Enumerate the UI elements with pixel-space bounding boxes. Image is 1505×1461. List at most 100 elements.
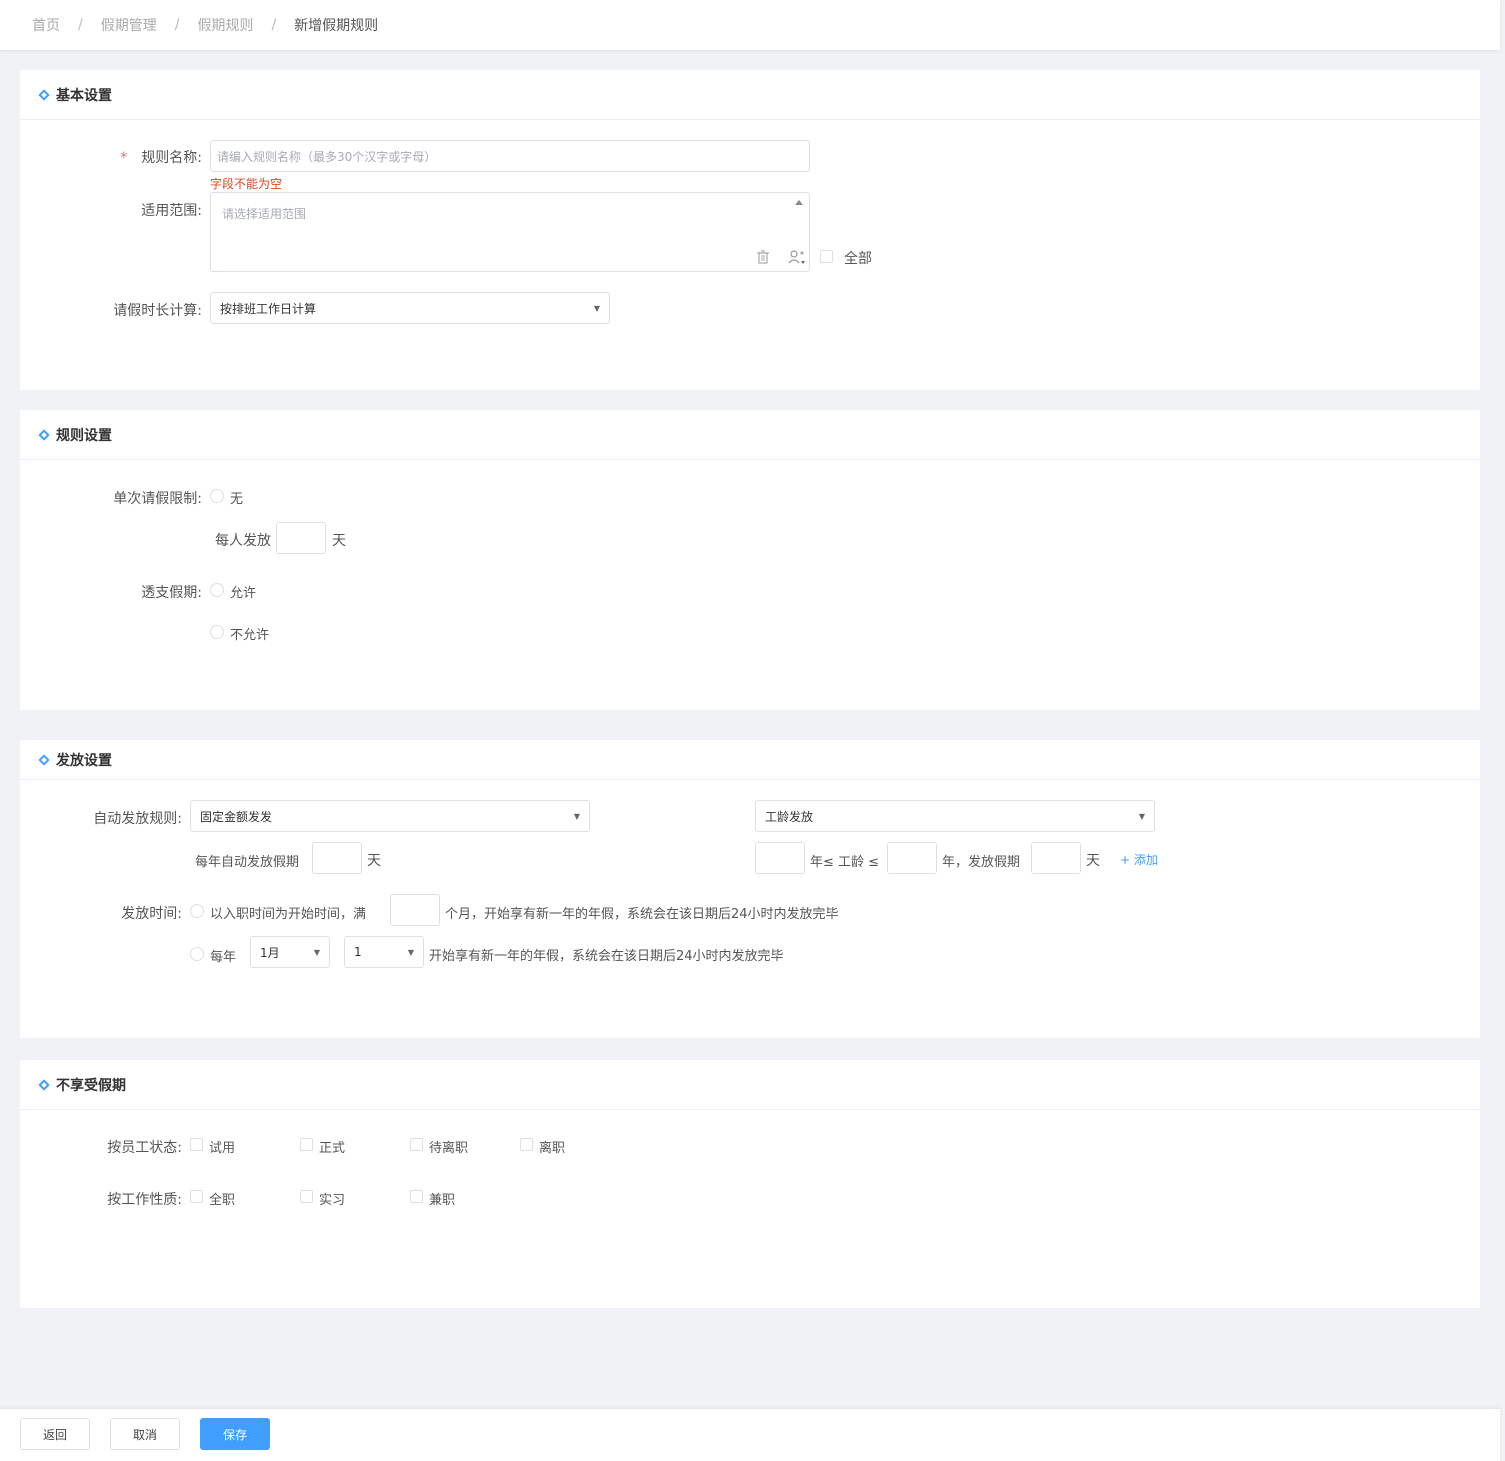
status-checkbox-trial[interactable] (190, 1138, 203, 1151)
breadcrumb-leave-management[interactable]: 假期管理 (101, 15, 157, 35)
yearly-suffix: 天 (367, 853, 381, 869)
nature-checkbox-intern[interactable] (300, 1190, 313, 1203)
work-nature-label: 按工作性质: (107, 1192, 182, 1208)
rule-name-input[interactable]: 请编入规则名称（最多30个汉字或字母） (210, 140, 810, 172)
grant-settings-title: 发放设置 (56, 752, 112, 769)
grant-settings-header: 发放设置 (20, 740, 1480, 780)
seniority-select[interactable]: 工龄发放 ▼ (755, 800, 1155, 832)
yearly-days-input[interactable] (312, 842, 362, 874)
trash-icon[interactable] (756, 249, 770, 265)
section-diamond-icon (38, 428, 50, 441)
scope-all-label: 全部 (844, 251, 872, 267)
cancel-button[interactable]: 取消 (110, 1418, 180, 1450)
overdraft-allow-radio[interactable] (210, 583, 224, 597)
per-person-suffix: 天 (332, 533, 346, 549)
nature-label-intern: 实习 (319, 1193, 346, 1208)
breadcrumb-leave-rules[interactable]: 假期规则 (197, 15, 253, 35)
seniority-mid2: 年，发放假期 (942, 855, 1021, 870)
scope-placeholder: 请选择适用范围 (222, 207, 307, 221)
save-button[interactable]: 保存 (200, 1418, 270, 1450)
grant-time-option2-radio[interactable] (190, 947, 204, 961)
scope-label: 适用范围: (141, 203, 202, 219)
auto-rule-label: 自动发放规则: (93, 811, 182, 827)
footer-bar: 返回 取消 保存 (0, 1408, 1500, 1461)
breadcrumb-home[interactable]: 首页 (32, 15, 60, 35)
seniority-mid1: 年≤ 工龄 ≤ (810, 855, 880, 870)
nature-checkbox-parttime[interactable] (410, 1190, 423, 1203)
single-limit-none-label: 无 (230, 492, 244, 507)
add-rule-link[interactable]: + 添加 (1120, 851, 1158, 868)
rule-name-label: * 规则名称: (120, 150, 202, 166)
rule-settings-card: 规则设置 单次请假限制: 无 每人发放 天 透支假期: 允许 不允许 (20, 410, 1480, 710)
option2-suffix: 开始享有新一年的年假，系统会在该日期后24小时内发放完毕 (429, 949, 784, 964)
single-limit-label: 单次请假限制: (113, 491, 202, 507)
caret-down-icon: ▼ (573, 811, 580, 821)
excluded-card: 不享受假期 按员工状态: 试用 正式 待离职 离职 按工作性质: 全职 实习 兼… (20, 1060, 1480, 1308)
duration-select-value: 按排班工作日计算 (220, 301, 317, 316)
auto-rule-select[interactable]: 固定金额发发 ▼ (190, 800, 590, 832)
status-label-trial: 试用 (209, 1141, 236, 1156)
caret-down-icon: ▼ (407, 947, 414, 957)
overdraft-deny-label: 不允许 (230, 628, 270, 643)
scroll-up-arrow-icon[interactable] (793, 197, 805, 207)
grant-time-option1-radio[interactable] (190, 904, 204, 918)
yearly-prefix: 每年自动发放假期 (195, 855, 300, 870)
months-input[interactable] (390, 894, 440, 926)
status-checkbox-regular[interactable] (300, 1138, 313, 1151)
status-checkbox-resigned[interactable] (520, 1138, 533, 1151)
required-asterisk: * (120, 150, 128, 166)
section-diamond-icon (38, 88, 50, 101)
duration-label: 请假时长计算: (113, 303, 202, 319)
month-select-value: 1月 (260, 945, 280, 960)
caret-down-icon: ▼ (1138, 811, 1145, 821)
status-label-resigned: 离职 (539, 1141, 566, 1156)
section-diamond-icon (38, 753, 50, 766)
rule-settings-header: 规则设置 (20, 410, 1480, 460)
breadcrumb-separator: / (271, 17, 277, 33)
status-label-regular: 正式 (319, 1141, 346, 1156)
option1-prefix: 以入职时间为开始时间，满 (210, 907, 367, 922)
grant-time-label: 发放时间: (121, 906, 182, 922)
overdraft-allow-label: 允许 (230, 586, 257, 601)
breadcrumb-current: 新增假期规则 (294, 18, 379, 34)
seniority-suffix: 天 (1086, 853, 1100, 869)
grant-settings-card: 发放设置 自动发放规则: 固定金额发发 ▼ 工龄发放 ▼ 每年自动发放假期 天 … (20, 740, 1480, 1038)
status-label-leaving: 待离职 (429, 1141, 469, 1156)
excluded-title: 不享受假期 (56, 1077, 126, 1094)
nature-label-parttime: 兼职 (429, 1193, 456, 1208)
month-select[interactable]: 1月 ▼ (250, 936, 330, 968)
breadcrumb-separator: / (174, 17, 180, 33)
single-limit-none-radio[interactable] (210, 489, 224, 503)
breadcrumb-separator: / (78, 17, 83, 33)
overdraft-deny-radio[interactable] (210, 625, 224, 639)
scope-textarea[interactable]: 请选择适用范围 (210, 192, 810, 272)
option1-suffix: 个月，开始享有新一年的年假，系统会在该日期后24小时内发放完毕 (445, 907, 839, 922)
employee-status-label: 按员工状态: (107, 1140, 182, 1156)
seniority-select-value: 工龄发放 (765, 809, 814, 824)
per-person-prefix: 每人发放 (215, 533, 271, 549)
caret-down-icon: ▼ (593, 303, 600, 313)
auto-rule-select-value: 固定金额发发 (200, 809, 273, 824)
seniority-max-input[interactable] (887, 842, 937, 874)
nature-label-fulltime: 全职 (209, 1193, 236, 1208)
day-select[interactable]: 1 ▼ (344, 936, 424, 968)
scope-all-checkbox[interactable] (820, 250, 833, 263)
excluded-header: 不享受假期 (20, 1060, 1480, 1110)
back-button[interactable]: 返回 (20, 1418, 90, 1450)
rule-name-error: 字段不能为空 (210, 177, 283, 191)
day-select-value: 1 (354, 945, 362, 959)
status-checkbox-leaving[interactable] (410, 1138, 423, 1151)
caret-down-icon: ▼ (313, 947, 320, 957)
section-diamond-icon (38, 1078, 50, 1091)
per-person-days-input[interactable] (276, 522, 326, 554)
add-user-icon[interactable] (787, 249, 807, 265)
nature-checkbox-fulltime[interactable] (190, 1190, 203, 1203)
basic-settings-title: 基本设置 (56, 87, 112, 104)
overdraft-label: 透支假期: (141, 585, 202, 601)
breadcrumb: 首页 / 假期管理 / 假期规则 / 新增假期规则 (0, 0, 1500, 50)
option2-prefix: 每年 (210, 950, 237, 965)
seniority-days-input[interactable] (1031, 842, 1081, 874)
basic-settings-card: 基本设置 * 规则名称: 请编入规则名称（最多30个汉字或字母） 字段不能为空 适… (20, 70, 1480, 390)
duration-select[interactable]: 按排班工作日计算 ▼ (210, 292, 610, 324)
seniority-min-input[interactable] (755, 842, 805, 874)
